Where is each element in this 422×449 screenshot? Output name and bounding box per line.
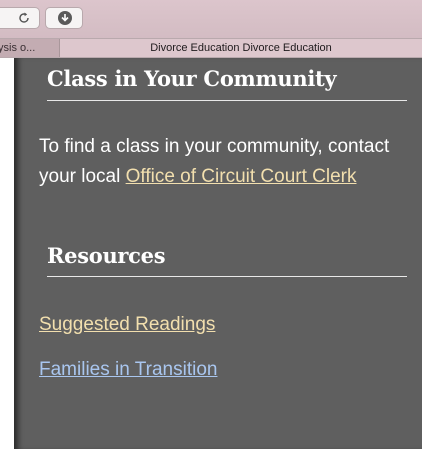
download-icon [58,11,72,25]
page-content: Class in Your Community To find a class … [0,58,422,449]
tab-label: ysis o... [0,42,36,54]
community-heading-rule [47,100,407,101]
resources-heading-rule [47,276,407,277]
community-heading: Class in Your Community [47,66,337,91]
suggested-readings-link[interactable]: Suggested Readings [39,313,215,337]
tab-bar: ysis o... Divorce Education Divorce Educ… [0,38,422,58]
resources-heading: Resources [47,243,166,268]
community-paragraph: To find a class in your community, conta… [39,132,414,192]
families-in-transition-link[interactable]: Families in Transition [39,358,217,382]
tab-previous[interactable]: ysis o... [0,39,60,57]
browser-toolbar [0,0,422,38]
downloads-button[interactable] [45,7,83,29]
tab-label: Divorce Education Divorce Education [150,42,332,54]
circuit-court-clerk-link[interactable]: Office of Circuit Court Clerk [126,166,357,187]
reload-button[interactable] [0,7,40,29]
tab-current[interactable]: Divorce Education Divorce Education [60,39,422,57]
reload-icon [19,12,29,23]
side-panel: Class in Your Community To find a class … [14,58,422,449]
left-gutter [0,58,14,449]
